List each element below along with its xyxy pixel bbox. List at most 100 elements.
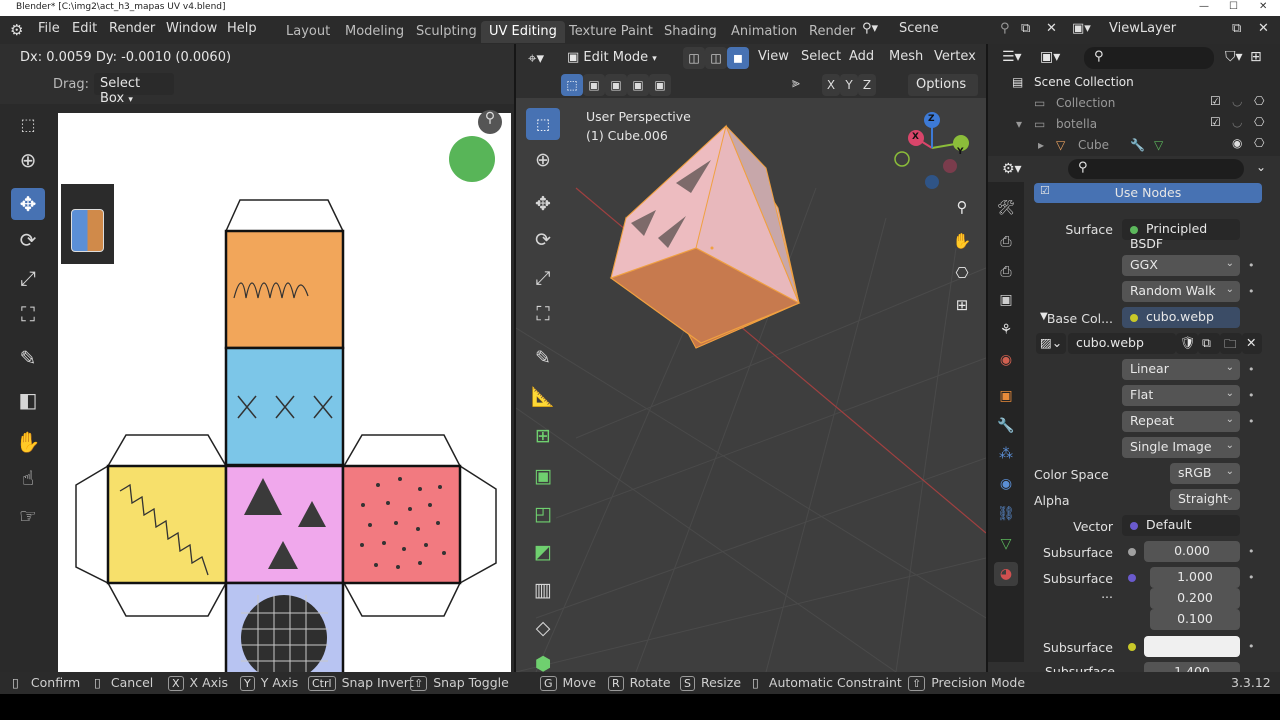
vp-transform-tool-icon[interactable]: ⛶ bbox=[526, 298, 560, 330]
minimize-icon[interactable]: — bbox=[1199, 1, 1209, 12]
3d-viewport[interactable]: Y X Z User Perspective (1) Cube.006 ⚲ ✋ … bbox=[516, 98, 986, 672]
tab-modeling[interactable]: Modeling bbox=[337, 21, 412, 43]
keyframe-dot-icon[interactable]: • bbox=[1248, 389, 1255, 402]
options-menu[interactable]: Options ▾ bbox=[908, 74, 978, 106]
display-mode-icon[interactable]: ▣▾ bbox=[1040, 49, 1060, 65]
menu-mesh[interactable]: Mesh bbox=[889, 49, 923, 64]
camera-icon[interactable]: ⎔ bbox=[1254, 136, 1264, 150]
physics-tab-icon[interactable]: ◉ bbox=[994, 472, 1018, 496]
color-space-select[interactable]: sRGB ⌄ bbox=[1170, 463, 1240, 484]
material-tab-icon[interactable]: ◕ bbox=[994, 562, 1018, 586]
vp-measure-tool-icon[interactable]: 📐 bbox=[526, 380, 560, 412]
subsurface-input[interactable]: 0.000 bbox=[1144, 541, 1240, 562]
view-layer-icon[interactable]: ▣▾ bbox=[1072, 21, 1091, 36]
keyframe-dot-icon[interactable]: • bbox=[1248, 545, 1255, 558]
keyframe-dot-icon[interactable]: • bbox=[1248, 415, 1255, 428]
gizmo-z-label[interactable]: Z bbox=[928, 114, 935, 124]
grab-tool-icon[interactable]: ✋ bbox=[11, 426, 45, 458]
uv-editor-canvas[interactable]: ⬚ ⊕ ✥ ⟳ ⤢ ⛶ ✎ ◧ ✋ ☝ ☞ ⚲ bbox=[0, 104, 514, 672]
eye-icon[interactable]: ◡ bbox=[1232, 115, 1242, 129]
expand-icon[interactable]: ▾ bbox=[1016, 117, 1022, 131]
open-image-icon[interactable]: 🗀 bbox=[1220, 333, 1242, 354]
surface-shader-field[interactable]: Principled BSDF bbox=[1122, 219, 1240, 251]
scene-name[interactable]: Scene bbox=[899, 21, 939, 36]
rip-tool-icon[interactable]: ◧ bbox=[11, 384, 45, 416]
keyframe-dot-icon[interactable]: • bbox=[1248, 259, 1255, 272]
vp-cursor-tool-icon[interactable]: ⊕ bbox=[526, 144, 560, 176]
checkbox-icon[interactable]: ☑ bbox=[1210, 115, 1221, 129]
vp-bevel-tool-icon[interactable]: ◩ bbox=[526, 536, 560, 568]
subsurface-method-select[interactable]: Random Walk ⌄ bbox=[1122, 281, 1240, 302]
keyframe-dot-icon[interactable]: • bbox=[1248, 640, 1255, 653]
outliner-row-scene-collection[interactable]: ▤ Scene Collection bbox=[988, 73, 1280, 94]
outliner-row-cube[interactable]: ▸ ▽ Cube 🔧 ▽ ◉ ⎔ bbox=[988, 136, 1280, 157]
pinch-tool-icon[interactable]: ☞ bbox=[11, 500, 45, 532]
delete-view-layer-icon[interactable]: ✕ bbox=[1258, 21, 1269, 36]
properties-editor-icon[interactable]: ⚙▾ bbox=[1002, 161, 1022, 177]
menu-view[interactable]: View bbox=[758, 49, 789, 64]
axis-x-toggle[interactable]: X bbox=[822, 74, 840, 96]
vp-rotate-tool-icon[interactable]: ⟳ bbox=[526, 224, 560, 256]
subsurface-radius-z-input[interactable]: 0.100 bbox=[1150, 609, 1240, 630]
tab-animation[interactable]: Animation bbox=[723, 21, 805, 43]
scene-tab-icon[interactable]: ⚘ bbox=[994, 318, 1018, 342]
face-select-icon[interactable]: ◼ bbox=[727, 47, 749, 69]
view-layer-name[interactable]: ViewLayer bbox=[1109, 21, 1176, 36]
tab-sculpting[interactable]: Sculpting bbox=[408, 21, 485, 43]
projection-select[interactable]: Flat ⌄ bbox=[1122, 385, 1240, 406]
move-tool-icon[interactable]: ✥ bbox=[11, 188, 45, 220]
gizmo-y-label[interactable]: Y bbox=[957, 147, 964, 157]
zoom-view-icon[interactable]: ⚲ bbox=[951, 198, 973, 220]
alpha-select[interactable]: Straight ⌄ bbox=[1170, 489, 1240, 510]
pin-icon[interactable]: ⚲ bbox=[1000, 21, 1010, 36]
world-tab-icon[interactable]: ◉ bbox=[994, 348, 1018, 372]
editor-type-icon[interactable]: ⌖▾ bbox=[528, 49, 544, 67]
menu-vertex[interactable]: Vertex bbox=[934, 49, 976, 64]
rotate-tool-icon[interactable]: ⟳ bbox=[11, 224, 45, 256]
menu-render[interactable]: Render bbox=[109, 21, 155, 36]
edge-select-icon[interactable]: ◫ bbox=[705, 47, 727, 69]
duplicate-image-icon[interactable]: ⧉ bbox=[1198, 333, 1220, 354]
subsurface-color-swatch[interactable] bbox=[1144, 636, 1240, 657]
cursor-tool-icon[interactable]: ⊕ bbox=[11, 144, 45, 176]
unlink-image-icon[interactable]: ✕ bbox=[1242, 333, 1262, 354]
menu-add[interactable]: Add bbox=[849, 49, 874, 64]
filter-icon[interactable]: ⛉▾ bbox=[1225, 49, 1243, 65]
view-layer-tab-icon[interactable]: ▣ bbox=[994, 288, 1018, 312]
constraints-tab-icon[interactable]: ⛓ bbox=[994, 502, 1018, 526]
subsurface-radius-y-input[interactable]: 0.200 bbox=[1150, 588, 1240, 609]
subsurface-ior-input[interactable]: 1.400 bbox=[1144, 662, 1240, 672]
vp-scale-tool-icon[interactable]: ⤢ bbox=[526, 262, 560, 294]
properties-search-input[interactable]: ⚲ bbox=[1068, 159, 1244, 179]
outliner-editor-icon[interactable]: ☰▾ bbox=[1002, 49, 1022, 65]
image-preview-thumb[interactable] bbox=[61, 184, 114, 264]
tab-uv-editing[interactable]: UV Editing bbox=[481, 21, 565, 43]
expand-icon[interactable]: ▸ bbox=[1038, 138, 1044, 152]
axis-y-toggle[interactable]: Y bbox=[840, 74, 858, 96]
outliner-search-input[interactable]: ⚲ bbox=[1084, 47, 1214, 69]
distribution-select[interactable]: GGX ⌄ bbox=[1122, 255, 1240, 276]
new-collection-icon[interactable]: ⊞ bbox=[1250, 49, 1262, 65]
socket-dot-icon[interactable] bbox=[1128, 548, 1136, 556]
scale-tool-icon[interactable]: ⤢ bbox=[11, 262, 45, 294]
modifier-tab-icon[interactable]: 🔧 bbox=[994, 414, 1018, 438]
vp-knife-tool-icon[interactable]: ◇ bbox=[526, 612, 560, 644]
vp-extrude-tool-icon[interactable]: ▣ bbox=[526, 460, 560, 492]
eye-icon[interactable]: ◉ bbox=[1232, 136, 1242, 150]
pin-icon[interactable]: ⌄ bbox=[1256, 160, 1266, 174]
select-mode-subtract-icon[interactable]: ▣ bbox=[605, 74, 627, 96]
vp-inset-tool-icon[interactable]: ◰ bbox=[526, 498, 560, 530]
keyframe-dot-icon[interactable]: • bbox=[1248, 363, 1255, 376]
socket-dot-icon[interactable] bbox=[1128, 643, 1136, 651]
maximize-icon[interactable]: ☐ bbox=[1229, 1, 1238, 12]
axis-z-toggle[interactable]: Z bbox=[858, 74, 876, 96]
transform-tool-icon[interactable]: ⛶ bbox=[11, 298, 45, 330]
interpolation-select[interactable]: Linear ⌄ bbox=[1122, 359, 1240, 380]
gizmo-x-label[interactable]: X bbox=[912, 132, 919, 142]
keyframe-dot-icon[interactable]: • bbox=[1248, 285, 1255, 298]
tab-shading[interactable]: Shading bbox=[656, 21, 725, 43]
vertex-select-icon[interactable]: ◫ bbox=[683, 47, 705, 69]
object-tab-icon[interactable]: ▣ bbox=[994, 384, 1018, 408]
menu-window[interactable]: Window bbox=[166, 21, 217, 36]
blender-logo-icon[interactable]: ⚙ bbox=[10, 21, 23, 39]
